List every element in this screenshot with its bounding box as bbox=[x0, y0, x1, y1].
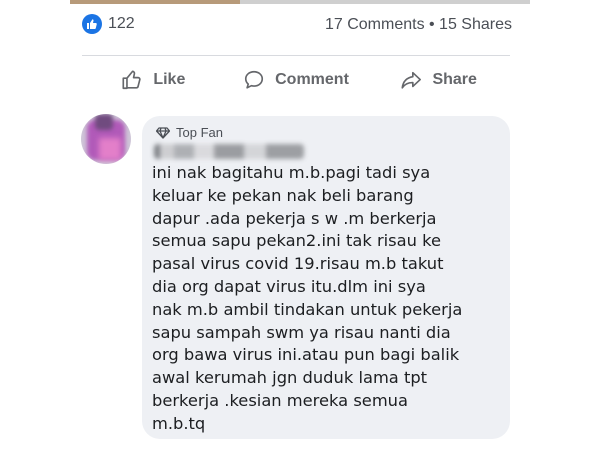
comment-bubble: Top Fan ini nak bagitahu m.b.pagi tadi s… bbox=[142, 116, 510, 439]
previous-content-edge bbox=[70, 0, 530, 4]
comment-label: Comment bbox=[275, 71, 349, 88]
share-label: Share bbox=[432, 71, 477, 88]
comment-line: dapur .ada pekerja s w .m berkerja bbox=[152, 208, 437, 228]
comment-line: ini nak bagitahu m.b.pagi tadi sya bbox=[152, 163, 431, 182]
comment-bubble-icon bbox=[245, 70, 264, 89]
share-arrow-icon bbox=[401, 71, 422, 89]
like-button[interactable]: Like bbox=[82, 62, 225, 98]
comment-line: nak m.b ambil tindakan untuk pekerja bbox=[152, 299, 463, 319]
reaction-summary[interactable]: 122 bbox=[82, 14, 135, 34]
post-stats-bar: 122 17 Comments • 15 Shares bbox=[82, 14, 512, 40]
thumbs-up-icon bbox=[122, 70, 141, 90]
comment-line: awal kerumah jgn duduk lama tpt bbox=[152, 368, 428, 388]
comment-text: ini nak bagitahu m.b.pagi tadi sya kelua… bbox=[152, 162, 504, 436]
comments-shares-count[interactable]: 17 Comments • 15 Shares bbox=[325, 16, 512, 34]
comment-line: semua sapu pekan2.ini tak risau ke bbox=[152, 231, 441, 251]
like-reaction-icon bbox=[82, 14, 102, 34]
top-fan-badge: Top Fan bbox=[156, 125, 223, 140]
like-label: Like bbox=[153, 71, 186, 88]
diamond-icon bbox=[156, 126, 170, 139]
comment-button[interactable]: Comment bbox=[225, 62, 368, 98]
comment-line: keluar ke pekan nak beli barang bbox=[152, 185, 414, 205]
commenter-name-obscured[interactable] bbox=[154, 144, 304, 159]
top-fan-label: Top Fan bbox=[176, 125, 223, 140]
comment-line: m.b.tq bbox=[152, 413, 206, 433]
comment-line: sapu sampah swm ya risau nanti dia bbox=[152, 322, 451, 342]
comment-line: berkerja .kesian mereka semua bbox=[152, 390, 408, 410]
comment-line: pasal virus covid 19.risau m.b takut bbox=[152, 254, 444, 274]
comment-line: dia org dapat virus itu.dlm ini sya bbox=[152, 276, 426, 296]
divider bbox=[82, 55, 510, 56]
reaction-count: 122 bbox=[108, 15, 135, 32]
share-button[interactable]: Share bbox=[367, 62, 510, 98]
post-action-bar: Like Comment Share bbox=[82, 62, 510, 98]
comment-line: org bawa virus ini.atau pun bagi balik bbox=[152, 345, 460, 365]
commenter-avatar[interactable] bbox=[81, 114, 131, 164]
